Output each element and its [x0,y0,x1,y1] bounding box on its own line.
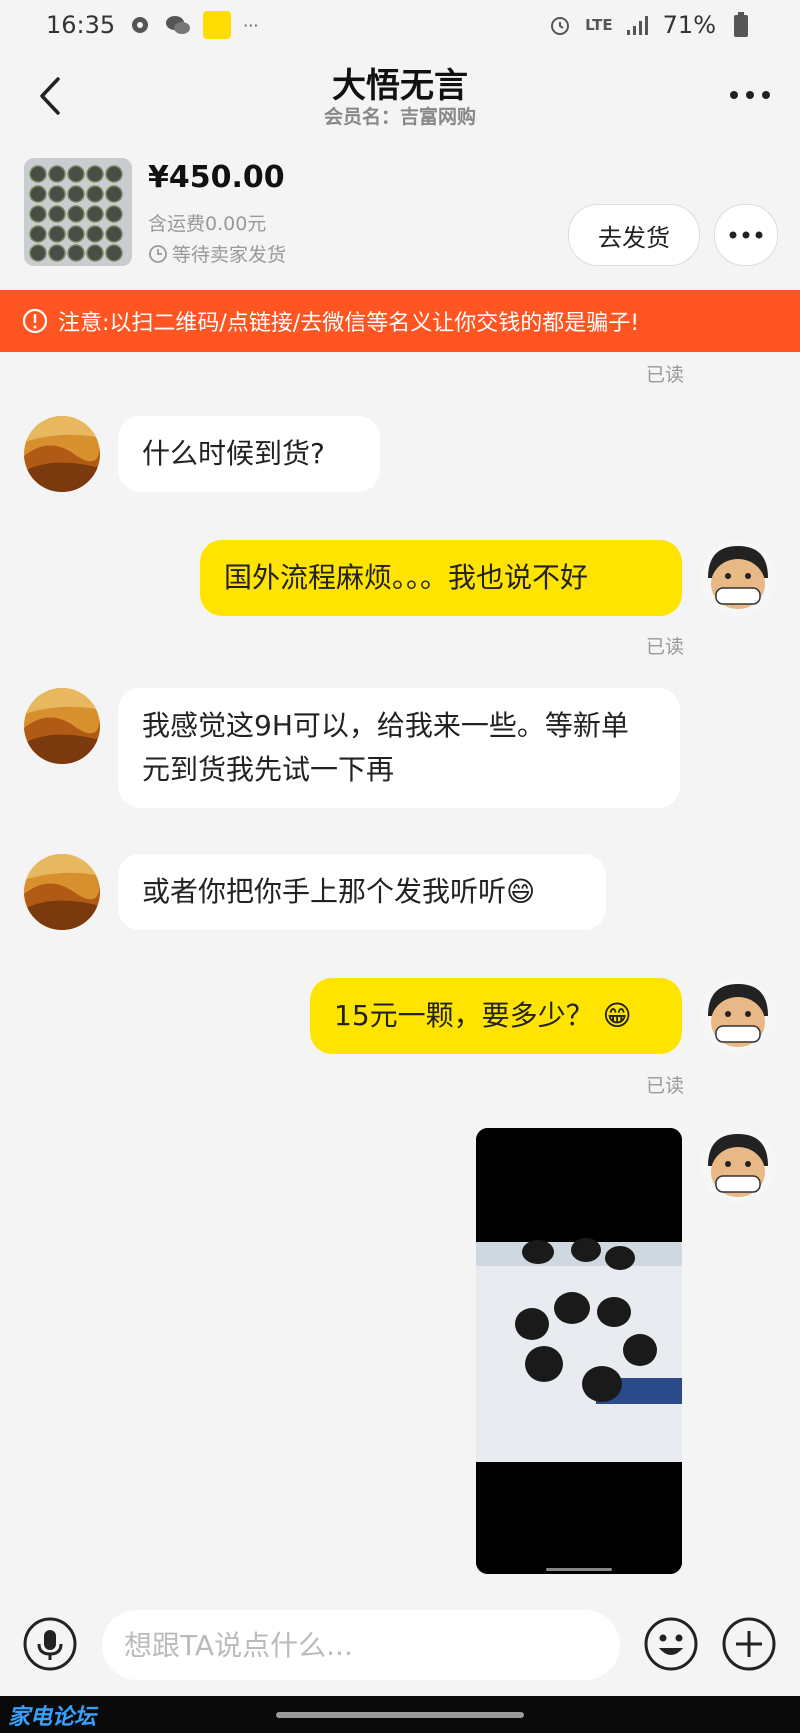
fraud-warning-banner: 注意:以扫二维码/点链接/去微信等名义让你交钱的都是骗子! [0,290,800,352]
order-status-text: 等待卖家发货 [172,244,287,266]
message-bubble-incoming[interactable]: 或者你把你手上那个发我听听😄 [118,854,606,930]
read-receipt: 已读 [646,364,685,386]
clock-icon [149,244,167,263]
more-notifications-indicator: ··· [243,15,259,35]
more-dots-icon [729,231,763,239]
more-actions-button[interactable] [721,1616,777,1672]
status-bar: 16:35 ··· LTE 71% [0,0,800,50]
chat-title: 大悟无言 [332,66,468,106]
seller-avatar[interactable] [700,1128,776,1204]
ship-button[interactable]: 去发货 [568,204,700,266]
voice-input-button[interactable] [22,1616,78,1672]
more-dots-icon [730,91,770,99]
emoji-button[interactable] [643,1616,699,1672]
status-time: 16:35 [46,11,116,39]
seller-avatar[interactable] [700,978,776,1054]
buyer-avatar[interactable] [24,688,100,764]
more-options-button[interactable] [728,80,772,110]
product-thumbnail[interactable] [24,158,132,266]
order-more-button[interactable] [714,204,778,266]
buyer-avatar[interactable] [24,416,100,492]
image-message[interactable] [476,1128,682,1574]
message-bubble-outgoing[interactable]: 国外流程麻烦。。。我也说不好 [200,540,682,616]
settings-gear-icon [127,12,153,38]
warning-text: 注意:以扫二维码/点链接/去微信等名义让你交钱的都是骗子! [58,311,640,336]
shipping-fee: 含运费0.00元 [148,213,267,235]
read-receipt: 已读 [646,636,685,658]
buyer-avatar[interactable] [24,854,100,930]
message-bubble-incoming[interactable]: 我感觉这9H可以，给我来一些。等新单元到货我先试一下再 [118,688,680,808]
status-left: 16:35 ··· [46,11,258,39]
order-price: ¥450.00 [148,160,285,195]
microphone-icon [23,1617,77,1671]
seller-avatar[interactable] [700,540,776,616]
network-type: LTE [585,16,613,34]
app-notification-icon [203,11,232,39]
signal-icon [625,12,651,38]
system-nav-bar: 家电论坛 [0,1696,800,1733]
plus-circle-icon [722,1617,776,1671]
chat-header: 大悟无言 会员名：吉富网购 [0,50,800,146]
home-indicator[interactable] [276,1712,524,1718]
message-bubble-outgoing[interactable]: 15元一颗，要多少？ 😁 [310,978,682,1054]
read-receipt: 已读 [646,1075,685,1097]
smiley-face-icon [644,1617,698,1671]
order-card: ¥450.00 含运费0.00元 等待卖家发货 去发货 [0,148,800,288]
alarm-icon [547,12,573,38]
message-input-bar [0,1600,800,1696]
order-status: 等待卖家发货 [148,240,286,267]
status-right: LTE 71% [547,11,754,39]
message-input[interactable] [102,1610,620,1680]
wechat-icon [165,12,191,38]
member-name: 会员名：吉富网购 [323,106,476,128]
battery-icon [728,12,754,38]
battery-percent: 71% [662,11,716,39]
forum-watermark: 家电论坛 [8,1705,97,1730]
alert-circle-icon [22,308,48,334]
message-bubble-incoming[interactable]: 什么时候到货? [118,416,380,492]
